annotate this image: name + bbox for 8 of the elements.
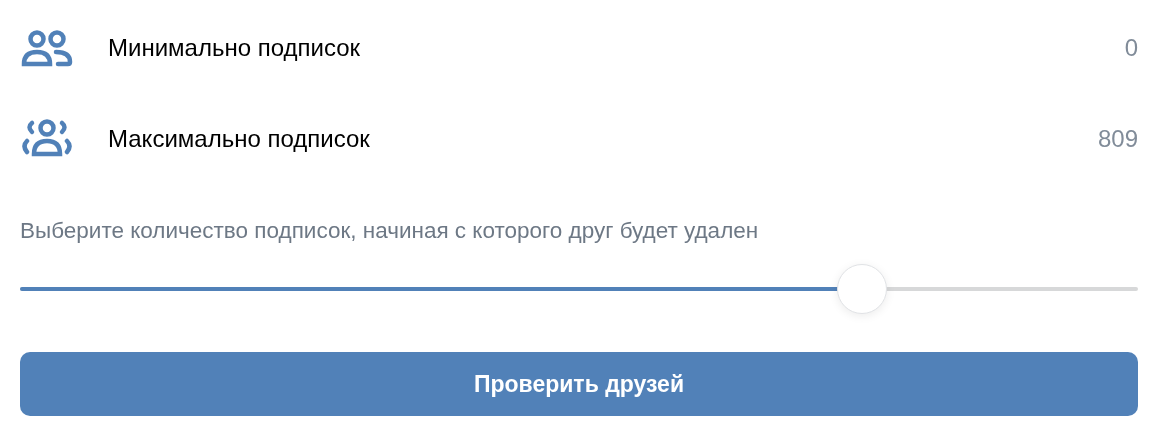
stat-value: 0 [1124,33,1138,63]
group-icon [20,119,74,159]
slider[interactable] [20,263,1138,314]
slider-caption: Выберите количество подписок, начиная с которого друг будет удален [20,217,760,245]
check-friends-button[interactable]: Проверить друзей [20,351,1138,416]
stat-value: 809 [1097,124,1138,154]
stat-label: Минимально подписок [108,33,361,63]
stat-label: Максимально подписок [108,124,370,154]
